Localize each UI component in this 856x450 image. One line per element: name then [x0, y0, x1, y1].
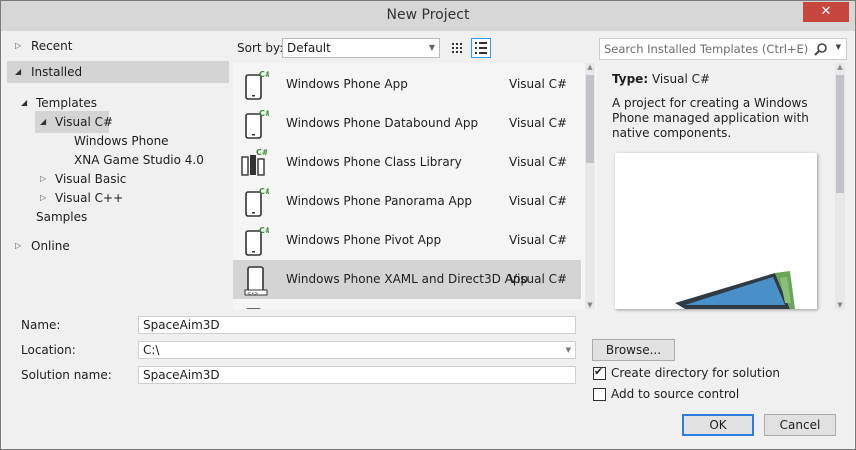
collapsed-triangle-icon: ▷ [15, 241, 22, 250]
grid-icon [452, 43, 462, 53]
template-name: Windows Phone App [286, 77, 408, 91]
sort-dropdown[interactable]: Default ▼ [282, 38, 440, 58]
windows-phone-databound-icon: C# [245, 109, 269, 139]
title-bar: New Project ✕ [1, 1, 855, 31]
sort-label: Sort by: [237, 41, 284, 55]
phone-preview-illustration [675, 271, 795, 309]
type-label: Type: [612, 72, 649, 86]
nav-samples-label: Samples [36, 210, 88, 224]
project-options-form: Name: SpaceAim3D Location: C:\ ▼ Solutio… [1, 309, 855, 449]
template-item[interactable]: C# Windows Phone Pivot App Visual C# [233, 221, 581, 260]
location-value: C:\ [143, 343, 160, 357]
template-details: Type: Visual C# A project for creating a… [599, 63, 847, 309]
expanded-triangle-icon: ◢ [15, 67, 22, 76]
expanded-triangle-icon: ◢ [21, 98, 28, 107]
create-directory-checkbox[interactable] [593, 365, 606, 380]
svg-text:C#: C# [259, 226, 269, 235]
scroll-up-arrow-icon[interactable]: ▲ [585, 63, 595, 71]
dialog-title: New Project [386, 7, 470, 23]
medium-icons-view-button[interactable] [447, 38, 467, 58]
new-project-dialog: New Project ✕ ▷ Recent ◢ Installed ◢ Tem… [0, 0, 856, 450]
expanded-triangle-icon: ◢ [40, 117, 47, 126]
scrollbar-thumb[interactable] [586, 75, 594, 163]
windows-phone-pivot-icon: C# [245, 226, 269, 256]
template-language: Visual C# [509, 272, 568, 286]
search-input[interactable] [604, 41, 816, 57]
nav-xna-label: XNA Game Studio 4.0 [74, 153, 204, 167]
template-item[interactable]: C# Windows Phone Class Library Visual C# [233, 143, 581, 182]
search-options-arrow-icon[interactable]: ▼ [836, 43, 841, 51]
template-language: Visual C# [509, 233, 568, 247]
svg-text:C#: C# [256, 148, 267, 157]
dropdown-arrow-icon[interactable]: ▼ [566, 342, 571, 358]
template-item[interactable]: C# Windows Phone App Visual C# [233, 65, 581, 104]
nav-online-label: Online [31, 239, 70, 253]
scroll-down-arrow-icon[interactable]: ▼ [585, 301, 595, 309]
template-description: A project for creating a Windows Phone m… [612, 96, 809, 140]
nav-installed-label: Installed [31, 65, 83, 79]
search-templates-box[interactable]: ▼ [599, 38, 847, 60]
svg-text:C#: C# [259, 70, 269, 79]
template-language: Visual C# [509, 194, 568, 208]
name-label: Name: [21, 318, 61, 332]
template-language: Visual C# [509, 77, 568, 91]
class-library-icon: C# [241, 148, 267, 176]
location-label: Location: [21, 343, 76, 357]
add-source-control-label[interactable]: Add to source control [611, 387, 739, 401]
type-value: Visual C# [651, 72, 711, 86]
template-item-selected[interactable]: <•> Windows Phone XAML and Direct3D App … [233, 260, 581, 299]
add-source-control-checkbox[interactable] [593, 388, 606, 401]
ok-button[interactable]: OK [682, 414, 754, 436]
nav-windows-phone-label: Windows Phone [74, 134, 169, 148]
template-name: Windows Phone Panorama App [286, 194, 472, 208]
template-list-scrollbar[interactable]: ▲ ▼ [585, 63, 595, 309]
nav-samples[interactable]: Samples [36, 206, 87, 228]
template-item[interactable]: C# Windows Phone Panorama App Visual C# [233, 182, 581, 221]
svg-text:C#: C# [259, 109, 269, 118]
list-view-button[interactable] [471, 38, 491, 58]
template-language: Visual C# [509, 116, 568, 130]
scrollbar-thumb[interactable] [836, 75, 844, 193]
svg-text:C#: C# [259, 187, 269, 196]
name-field[interactable]: SpaceAim3D [138, 316, 576, 334]
template-preview-image [615, 153, 817, 309]
template-type: Type: Visual C# [612, 72, 710, 86]
xaml-direct3d-icon: <•> [244, 266, 268, 296]
create-directory-label[interactable]: Create directory for solution [611, 366, 780, 380]
windows-phone-panorama-icon: C# [245, 187, 269, 217]
scroll-down-arrow-icon[interactable]: ▼ [835, 301, 845, 309]
dropdown-arrow-icon: ▼ [428, 43, 435, 52]
solution-name-field[interactable]: SpaceAim3D [138, 366, 576, 384]
cancel-button[interactable]: Cancel [764, 414, 836, 436]
template-name: Windows Phone Databound App [286, 116, 479, 130]
template-name: Windows Phone Pivot App [286, 233, 442, 247]
list-icon [475, 42, 487, 54]
windows-phone-csharp-icon: C# [245, 70, 269, 100]
close-button[interactable]: ✕ [803, 2, 849, 22]
template-language: Visual C# [509, 155, 568, 169]
svg-text:<•>: <•> [247, 291, 258, 296]
nav-installed[interactable]: ◢ Installed [7, 61, 229, 83]
template-list: C# Windows Phone App Visual C# C# Window… [233, 63, 597, 309]
solution-name-label: Solution name: [21, 368, 112, 382]
search-icon [814, 43, 827, 56]
scroll-up-arrow-icon[interactable]: ▲ [835, 63, 845, 71]
template-name: Windows Phone XAML and Direct3D App [286, 272, 529, 286]
template-item[interactable]: C# Windows Phone Databound App Visual C# [233, 104, 581, 143]
nav-recent-label: Recent [31, 39, 73, 53]
collapsed-triangle-icon: ▷ [15, 41, 22, 50]
sort-value: Default [287, 41, 331, 55]
template-item-partial[interactable] [233, 299, 581, 309]
template-category-tree: ▷ Recent ◢ Installed ◢ Templates ◢ Visua… [7, 33, 229, 309]
template-name: Windows Phone Class Library [286, 155, 462, 169]
details-scrollbar[interactable]: ▲ ▼ [835, 63, 845, 309]
location-combo[interactable]: C:\ ▼ [138, 341, 576, 359]
browse-button[interactable]: Browse... [592, 339, 675, 361]
